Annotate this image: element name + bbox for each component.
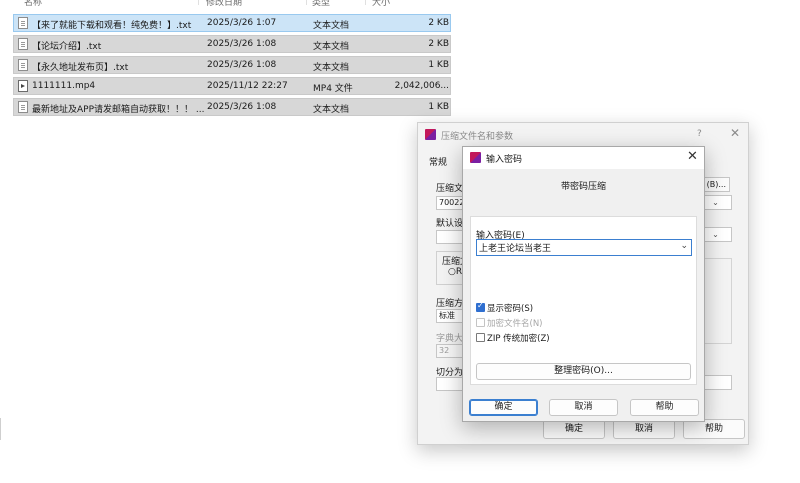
file-type: 文本文档 <box>313 21 350 31</box>
file-type: 文本文档 <box>313 42 350 52</box>
column-header-name[interactable]: 名称 <box>24 0 42 8</box>
file-type: MP4 文件 <box>313 84 353 94</box>
show-password-checkbox[interactable]: 显示密码(S) <box>476 301 534 314</box>
file-date: 2025/3/26 1:08 <box>207 102 277 112</box>
enter-password-dialog: 输入密码 ✕ 带密码压缩 输入密码(E) ⌄ 显示密码(S) 加密文件名(N) … <box>462 146 705 422</box>
file-type: 文本文档 <box>313 105 350 115</box>
checkbox-checked-icon[interactable] <box>476 301 485 312</box>
column-header-type[interactable]: 类型 <box>312 0 330 8</box>
text-file-icon <box>18 38 28 50</box>
file-date: 2025/3/26 1:08 <box>207 60 277 70</box>
file-row[interactable]: 1111111.mp4 2025/11/12 22:27 MP4 文件 2,04… <box>13 77 451 95</box>
divider <box>0 418 1 440</box>
text-file-icon <box>18 59 28 71</box>
checkbox-icon[interactable] <box>476 333 485 342</box>
column-header-size[interactable]: 大小 <box>372 0 390 8</box>
file-name: 【永久地址发布页】.txt <box>32 63 129 73</box>
tab-general[interactable]: 常规 <box>429 155 447 168</box>
zip-legacy-encryption-label: ZIP 传统加密(Z) <box>487 334 550 344</box>
file-size: 1 KB <box>428 102 449 112</box>
column-header-date[interactable]: 修改日期 <box>206 0 242 8</box>
password-dialog-titlebar[interactable]: 输入密码 ✕ <box>463 147 704 169</box>
help-button[interactable]: 帮助 <box>683 419 745 439</box>
help-icon[interactable]: ? <box>697 129 702 139</box>
column-divider[interactable] <box>365 0 366 5</box>
cancel-button[interactable]: 取消 <box>613 419 675 439</box>
file-date: 2025/11/12 22:27 <box>207 81 288 91</box>
chevron-down-icon[interactable]: ⌄ <box>680 241 688 251</box>
encrypt-filenames-label: 加密文件名(N) <box>487 319 543 329</box>
file-size: 2 KB <box>428 39 449 49</box>
file-row[interactable]: 最新地址及APP请发邮箱自动获取！！！ ... 2025/3/26 1:08 文… <box>13 98 451 116</box>
close-icon[interactable]: ✕ <box>730 126 740 140</box>
file-name: 【来了就能下载和观看！纯免费！】.txt <box>32 21 192 31</box>
password-combobox[interactable]: ⌄ <box>476 239 692 256</box>
file-size: 2,042,006... <box>394 81 449 91</box>
file-size: 1 KB <box>428 60 449 70</box>
file-date: 2025/3/26 1:08 <box>207 39 277 49</box>
cancel-button[interactable]: 取消 <box>549 399 618 416</box>
zip-legacy-encryption-checkbox[interactable]: ZIP 传统加密(Z) <box>476 332 550 344</box>
ok-button[interactable]: 确定 <box>543 419 605 439</box>
password-dialog-title: 输入密码 <box>486 155 523 165</box>
encrypt-filenames-checkbox: 加密文件名(N) <box>476 317 543 329</box>
organize-passwords-button[interactable]: 整理密码(O)... <box>476 363 691 380</box>
archive-dialog-titlebar[interactable]: 压缩文件名和参数 ? ✕ <box>418 123 748 147</box>
password-input[interactable] <box>479 241 675 254</box>
file-name: 最新地址及APP请发邮箱自动获取！！！ ... <box>32 105 205 115</box>
help-button[interactable]: 帮助 <box>630 399 699 416</box>
file-date: 2025/3/26 1:07 <box>207 18 277 28</box>
text-file-icon <box>18 101 28 113</box>
column-headers: 名称 修改日期 类型 大小 <box>0 0 460 8</box>
password-dialog-subtitle: 带密码压缩 <box>560 182 606 192</box>
ok-button[interactable]: 确定 <box>469 399 538 416</box>
column-divider[interactable] <box>306 0 307 5</box>
file-name: 1111111.mp4 <box>32 81 96 91</box>
file-type: 文本文档 <box>313 63 350 73</box>
file-size: 2 KB <box>428 18 449 28</box>
show-password-label: 显示密码(S) <box>487 304 534 314</box>
checkbox-icon <box>476 318 485 327</box>
column-divider[interactable] <box>198 0 199 5</box>
file-row[interactable]: 【论坛介绍】.txt 2025/3/26 1:08 文本文档 2 KB <box>13 35 451 53</box>
archive-dialog-title: 压缩文件名和参数 <box>441 132 514 142</box>
text-file-icon <box>18 17 28 29</box>
video-file-icon <box>18 80 28 92</box>
winrar-icon <box>425 129 436 140</box>
close-icon[interactable]: ✕ <box>687 149 698 164</box>
file-name: 【论坛介绍】.txt <box>32 42 102 52</box>
winrar-icon <box>470 152 481 163</box>
file-row[interactable]: 【永久地址发布页】.txt 2025/3/26 1:08 文本文档 1 KB <box>13 56 451 74</box>
file-row[interactable]: 【来了就能下载和观看！纯免费！】.txt 2025/3/26 1:07 文本文档… <box>13 14 451 32</box>
